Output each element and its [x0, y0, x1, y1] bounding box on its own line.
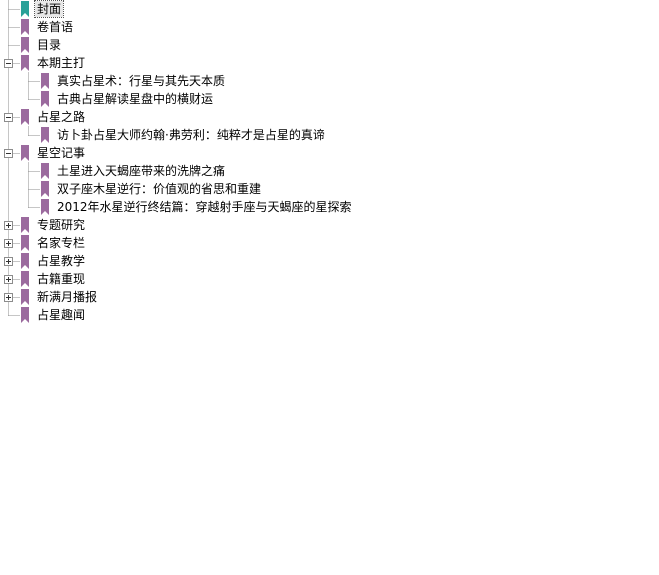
bookmark-icon	[40, 90, 50, 108]
tree-item-label: 新满月播报	[37, 290, 98, 304]
tree-item-label: 古籍重现	[37, 272, 86, 286]
plus-box-icon[interactable]	[4, 238, 13, 248]
tree-item-label: 星空记事	[37, 146, 86, 160]
tree-subitem[interactable]: 双子座木星逆行：价值观的省思和重建	[0, 180, 659, 198]
tree-item-label: 2012年水星逆行终结篇：穿越射手座与天蝎座的星探索	[57, 200, 352, 214]
tree-item-label: 占星教学	[37, 254, 86, 268]
tree-item[interactable]: 目录	[0, 36, 659, 54]
bookmark-icon	[20, 216, 30, 234]
plus-box-icon[interactable]	[4, 256, 13, 266]
tree-item[interactable]: 星空记事	[0, 144, 659, 162]
tree-subitem[interactable]: 土星进入天蝎座带来的洗牌之痛	[0, 162, 659, 180]
tree-item[interactable]: 占星之路	[0, 108, 659, 126]
tree-item-label: 真实占星术：行星与其先天本质	[57, 74, 226, 88]
tree-item[interactable]: 古籍重现	[0, 270, 659, 288]
minus-box-icon[interactable]	[4, 58, 13, 68]
tree-subitem[interactable]: 真实占星术：行星与其先天本质	[0, 72, 659, 90]
tree-subitem[interactable]: 2012年水星逆行终结篇：穿越射手座与天蝎座的星探索	[0, 198, 659, 216]
tree-item-label: 专题研究	[37, 218, 86, 232]
tree-item-label: 访卜卦占星大师约翰·弗劳利：纯粹才是占星的真谛	[57, 128, 325, 142]
tree-item[interactable]: 占星趣闻	[0, 306, 659, 324]
tree-item[interactable]: 本期主打	[0, 54, 659, 72]
tree-item-label: 古典占星解读星盘中的横财运	[57, 92, 214, 106]
tree-item-label: 占星趣闻	[37, 308, 86, 322]
bookmark-icon	[20, 252, 30, 270]
tree-item-label: 卷首语	[37, 20, 74, 34]
plus-box-icon[interactable]	[4, 220, 13, 230]
bookmark-icon	[40, 198, 50, 216]
bookmark-icon	[20, 108, 30, 126]
bookmark-icon	[20, 54, 30, 72]
bookmark-icon	[20, 234, 30, 252]
bookmark-icon	[20, 36, 30, 54]
bookmark-icon	[20, 270, 30, 288]
tree-item[interactable]: 专题研究	[0, 216, 659, 234]
tree-item-label: 名家专栏	[37, 236, 86, 250]
minus-box-icon[interactable]	[4, 148, 13, 158]
tree-subitem[interactable]: 访卜卦占星大师约翰·弗劳利：纯粹才是占星的真谛	[0, 126, 659, 144]
tree-item-label: 双子座木星逆行：价值观的省思和重建	[57, 182, 262, 196]
bookmark-icon	[40, 72, 50, 90]
tree-item[interactable]: 新满月播报	[0, 288, 659, 306]
tree-item-label: 目录	[37, 38, 62, 52]
tree-item-label: 本期主打	[37, 56, 86, 70]
minus-box-icon[interactable]	[4, 112, 13, 122]
bookmark-icon	[40, 162, 50, 180]
tree-item-label: 封面	[33, 0, 65, 18]
tree-subitem[interactable]: 古典占星解读星盘中的横财运	[0, 90, 659, 108]
bookmark-icon	[20, 0, 30, 18]
tree-item[interactable]: 卷首语	[0, 18, 659, 36]
tree-item[interactable]: 占星教学	[0, 252, 659, 270]
bookmark-icon	[40, 126, 50, 144]
tree-item[interactable]: 封面	[0, 0, 659, 18]
tree-item[interactable]: 名家专栏	[0, 234, 659, 252]
bookmark-icon	[20, 144, 30, 162]
bookmark-icon	[40, 180, 50, 198]
bookmark-tree: 封面卷首语目录本期主打真实占星术：行星与其先天本质 古典占星解读星盘中的横财运占星…	[0, 0, 659, 575]
plus-box-icon[interactable]	[4, 292, 13, 302]
bookmark-icon	[20, 288, 30, 306]
tree-item-label: 土星进入天蝎座带来的洗牌之痛	[57, 164, 226, 178]
tree-item-label: 占星之路	[37, 110, 86, 124]
bookmark-icon	[20, 18, 30, 36]
bookmark-icon	[20, 306, 30, 324]
plus-box-icon[interactable]	[4, 274, 13, 284]
